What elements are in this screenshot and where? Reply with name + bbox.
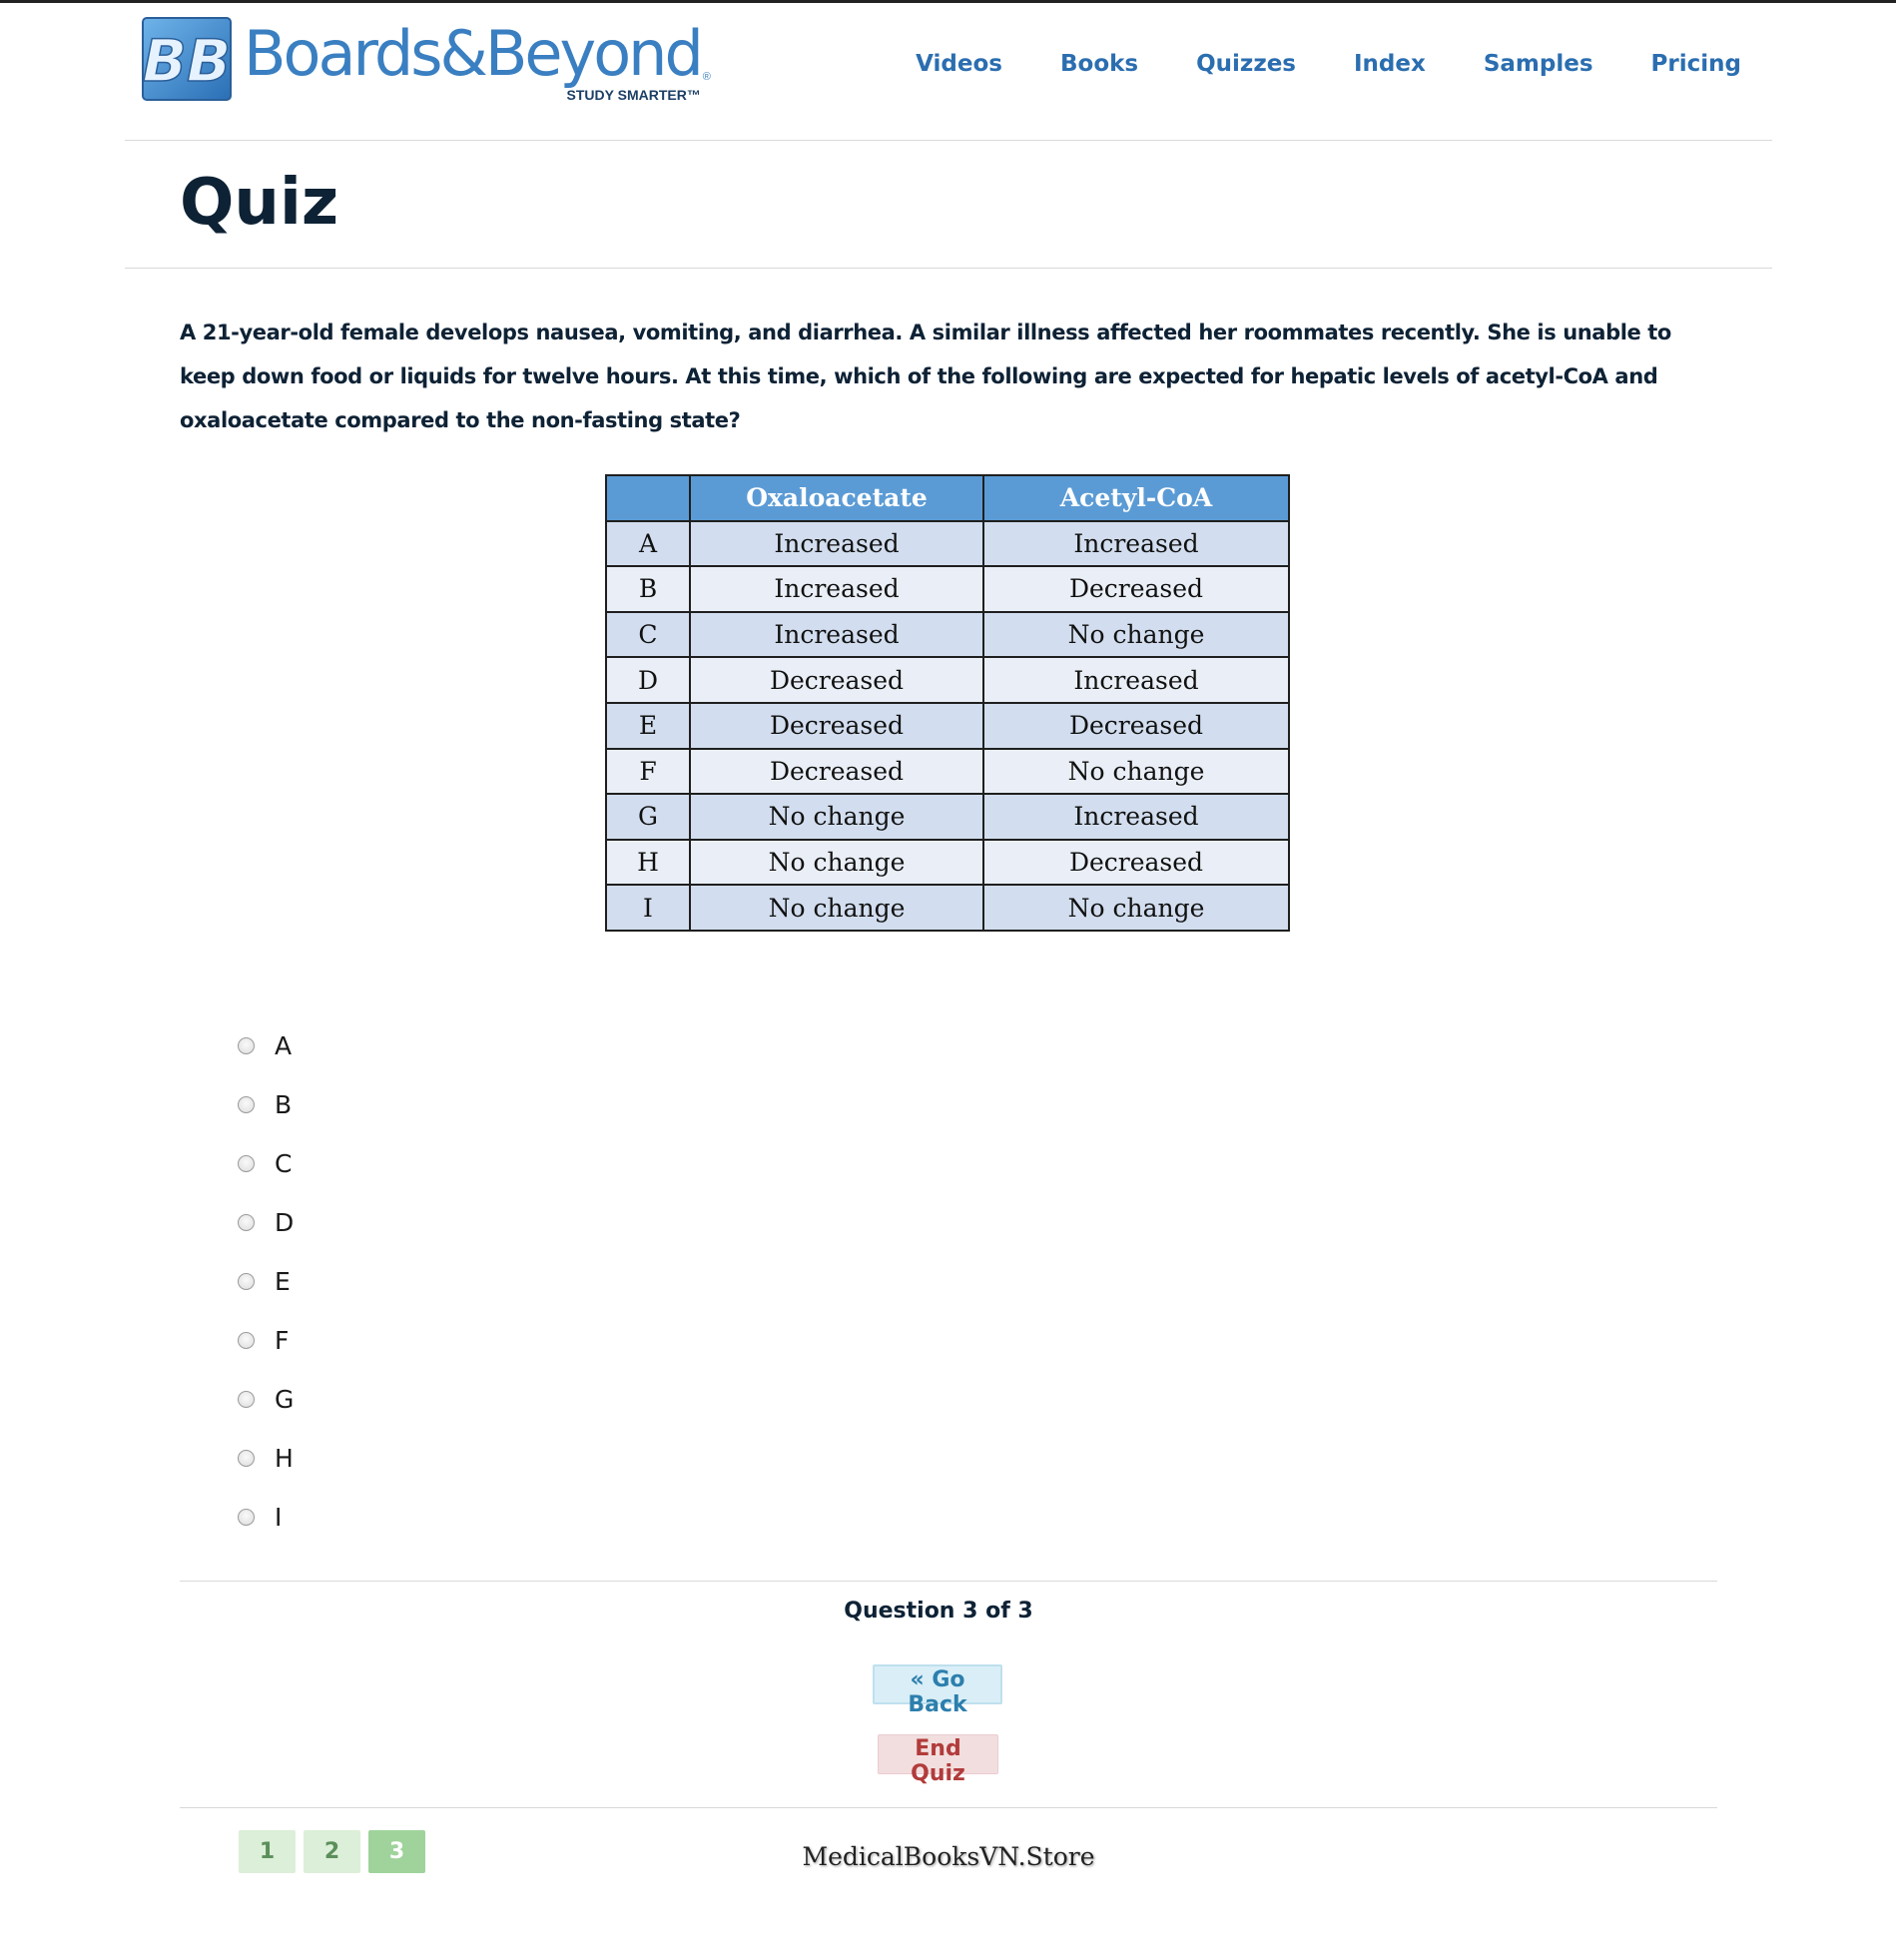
option-e[interactable]: E (238, 1252, 294, 1311)
row-letter: H (605, 838, 691, 887)
option-label: I (275, 1503, 283, 1532)
table-row: F Decreased No change (605, 747, 1290, 796)
table-row: E Decreased Decreased (605, 701, 1290, 750)
oxaloacetate-cell: No change (689, 838, 984, 887)
table-row: H No change Decreased (605, 838, 1290, 887)
option-g[interactable]: G (238, 1370, 294, 1429)
page-title: Quiz (180, 166, 339, 240)
acetyl-coa-cell: No change (982, 747, 1290, 796)
question-counter: Question 3 of 3 (844, 1599, 1033, 1624)
table-row: A Increased Increased (605, 519, 1290, 568)
option-label: F (275, 1326, 290, 1355)
divider (180, 1581, 1717, 1582)
acetyl-coa-cell: Decreased (982, 701, 1290, 750)
table-header-oxaloacetate: Oxaloacetate (689, 474, 984, 522)
oxaloacetate-cell: Decreased (689, 747, 984, 796)
option-label: B (275, 1090, 293, 1119)
answer-options: A B C D E F G H I (238, 1016, 294, 1547)
registered-mark: ® (702, 71, 711, 83)
row-letter: E (605, 701, 691, 750)
acetyl-coa-cell: Increased (982, 519, 1290, 568)
option-d[interactable]: D (238, 1193, 294, 1252)
main-nav: Videos Books Quizzes Index Samples Prici… (858, 51, 1741, 77)
watermark: MedicalBooksVN.Store (802, 1842, 1095, 1871)
option-label: A (275, 1031, 293, 1060)
brand-name: Boards&Beyond (244, 17, 704, 90)
oxaloacetate-cell: No change (689, 884, 984, 932)
nav-samples[interactable]: Samples (1484, 51, 1593, 77)
page-button-1[interactable]: 1 (239, 1830, 296, 1873)
option-i[interactable]: I (238, 1488, 294, 1547)
oxaloacetate-cell: Increased (689, 519, 984, 568)
radio-button[interactable] (238, 1037, 255, 1054)
divider (180, 1807, 1717, 1808)
row-letter: I (605, 884, 691, 932)
option-c[interactable]: C (238, 1134, 294, 1193)
option-label: D (275, 1208, 295, 1237)
row-letter: A (605, 519, 691, 568)
oxaloacetate-cell: No change (689, 793, 984, 841)
radio-button[interactable] (238, 1214, 255, 1231)
nav-videos[interactable]: Videos (916, 51, 1002, 77)
table-row: I No change No change (605, 884, 1290, 932)
radio-button[interactable] (238, 1509, 255, 1526)
oxaloacetate-cell: Increased (689, 610, 984, 659)
option-h[interactable]: H (238, 1429, 294, 1488)
site-header: BB Boards&Beyond ® STUDY SMARTER™ Videos… (125, 3, 1772, 141)
table-row: B Increased Decreased (605, 565, 1290, 613)
svg-text:BB: BB (143, 27, 231, 95)
brand-wordmark: Boards&Beyond ® STUDY SMARTER™ (244, 17, 711, 109)
nav-index[interactable]: Index (1354, 51, 1426, 77)
nav-books[interactable]: Books (1060, 51, 1138, 77)
answer-table: Oxaloacetate Acetyl-CoA A Increased Incr… (605, 474, 1290, 932)
acetyl-coa-cell: No change (982, 610, 1290, 659)
option-a[interactable]: A (238, 1016, 294, 1075)
radio-button[interactable] (238, 1273, 255, 1290)
table-row: G No change Increased (605, 793, 1290, 841)
table-header-acetyl-coa: Acetyl-CoA (982, 474, 1290, 522)
option-b[interactable]: B (238, 1075, 294, 1134)
option-label: C (275, 1149, 293, 1178)
nav-quizzes[interactable]: Quizzes (1196, 51, 1296, 77)
oxaloacetate-cell: Decreased (689, 701, 984, 750)
radio-button[interactable] (238, 1155, 255, 1172)
brand-tagline: STUDY SMARTER™ (566, 87, 701, 103)
acetyl-coa-cell: Increased (982, 656, 1290, 704)
row-letter: B (605, 565, 691, 613)
acetyl-coa-cell: Decreased (982, 565, 1290, 613)
question-stem: A 21-year-old female develops nausea, vo… (180, 321, 1671, 432)
page-button-3[interactable]: 3 (368, 1830, 425, 1873)
option-label: H (275, 1444, 294, 1473)
pagination: 1 2 3 (239, 1830, 433, 1873)
radio-button[interactable] (238, 1391, 255, 1408)
radio-button[interactable] (238, 1096, 255, 1113)
acetyl-coa-cell: No change (982, 884, 1290, 932)
table-row: C Increased No change (605, 610, 1290, 659)
bb-logo-icon: BB (142, 17, 232, 101)
table-row: D Decreased Increased (605, 656, 1290, 704)
nav-pricing[interactable]: Pricing (1651, 51, 1741, 77)
acetyl-coa-cell: Decreased (982, 838, 1290, 887)
row-letter: G (605, 793, 691, 841)
table-header-cell (605, 474, 691, 522)
oxaloacetate-cell: Decreased (689, 656, 984, 704)
title-bar: Quiz (125, 141, 1772, 269)
end-quiz-button[interactable]: End Quiz (878, 1734, 998, 1786)
acetyl-coa-cell: Increased (982, 793, 1290, 841)
page-button-2[interactable]: 2 (304, 1830, 360, 1873)
radio-button[interactable] (238, 1332, 255, 1349)
row-letter: F (605, 747, 691, 796)
option-f[interactable]: F (238, 1311, 294, 1370)
row-letter: C (605, 610, 691, 659)
oxaloacetate-cell: Increased (689, 565, 984, 613)
option-label: G (275, 1385, 295, 1414)
row-letter: D (605, 656, 691, 704)
table-header-row: Oxaloacetate Acetyl-CoA (605, 474, 1290, 522)
brand-logo[interactable]: BB Boards&Beyond ® STUDY SMARTER™ (142, 17, 711, 109)
go-back-button[interactable]: « Go Back (873, 1664, 1002, 1717)
option-label: E (275, 1267, 291, 1296)
radio-button[interactable] (238, 1450, 255, 1467)
